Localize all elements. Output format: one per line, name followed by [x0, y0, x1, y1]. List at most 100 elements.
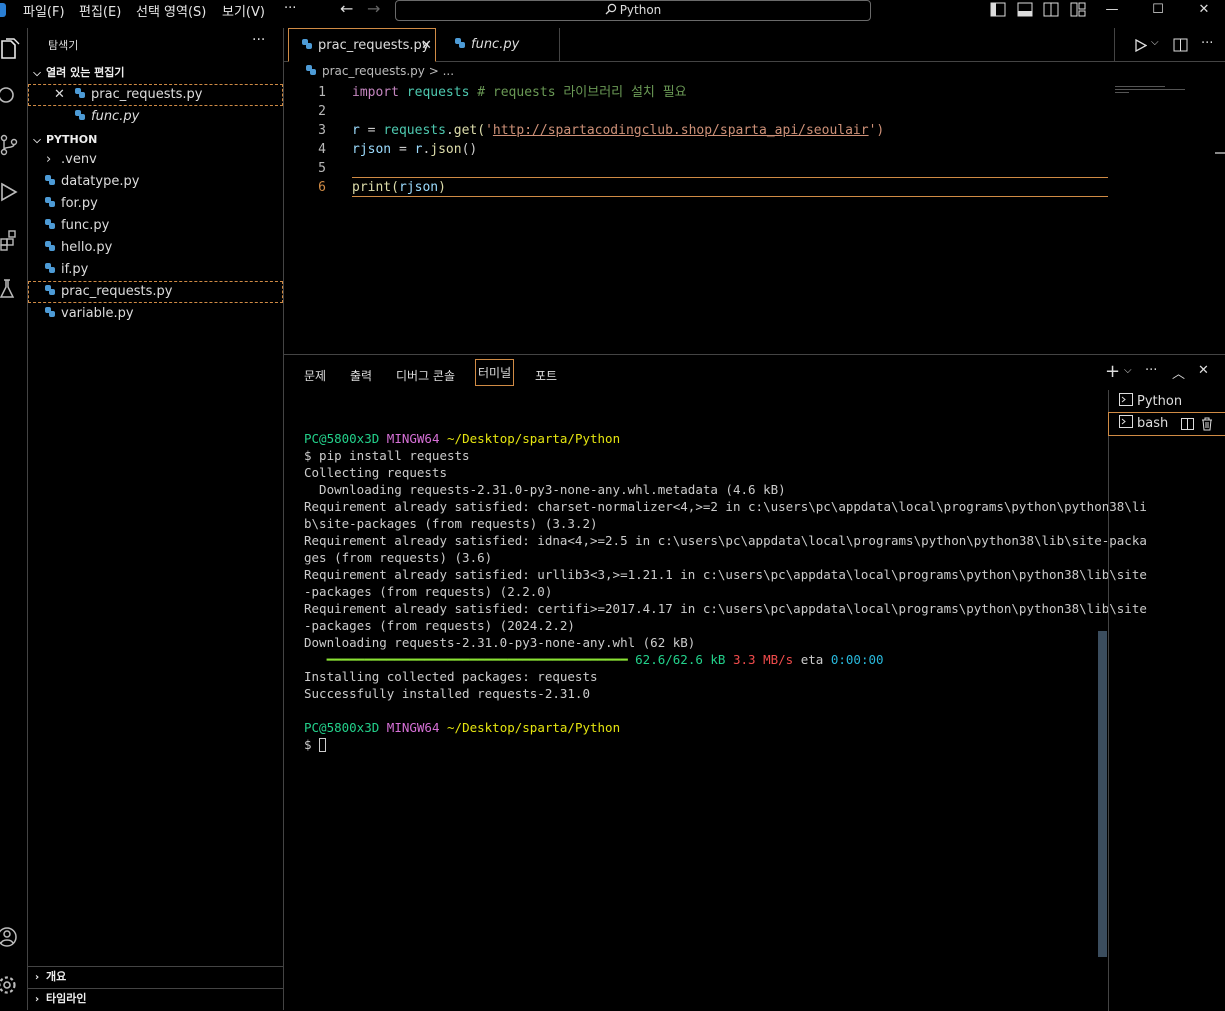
dot: .: [445, 123, 454, 138]
search-text: Python: [619, 3, 662, 17]
menu-more[interactable]: ···: [284, 1, 296, 16]
open-editor-item[interactable]: ✕ prac_requests.py: [28, 84, 283, 106]
menu-view[interactable]: 보기(V): [222, 1, 265, 20]
run-debug-icon[interactable]: [0, 181, 20, 203]
source-control-icon[interactable]: [0, 134, 20, 156]
paren: (: [477, 123, 486, 138]
timeline-label: 타임라인: [46, 992, 87, 1005]
close-tab-icon[interactable]: ✕: [421, 29, 432, 63]
activity-bar: [0, 28, 28, 1010]
open-editor-item[interactable]: func.py: [28, 106, 283, 128]
python-file-icon: [455, 38, 465, 48]
tab-output[interactable]: 출력: [350, 367, 372, 384]
tab-terminal[interactable]: 터미널: [475, 359, 515, 386]
file-item[interactable]: if.py: [28, 259, 283, 281]
customize-layout-icon[interactable]: [1070, 2, 1086, 17]
folder-item-venv[interactable]: › .venv: [28, 149, 283, 171]
sidebar-more-button[interactable]: ···: [252, 32, 265, 48]
tab-func[interactable]: func.py: [442, 28, 560, 62]
breadcrumb[interactable]: prac_requests.py > ...: [305, 64, 454, 78]
file-item-selected[interactable]: prac_requests.py: [28, 281, 283, 303]
terminal-line: PC@5800x3D MINGW64 ~/Desktop/sparta/Pyth…: [304, 430, 1104, 447]
toggle-secondary-sidebar-icon[interactable]: [1043, 2, 1059, 17]
outline-section[interactable]: › 개요: [28, 966, 283, 986]
terminal-output[interactable]: PC@5800x3D MINGW64 ~/Desktop/sparta/Pyth…: [304, 413, 1147, 787]
file-item[interactable]: datatype.py: [28, 171, 283, 193]
tab-problems[interactable]: 문제: [304, 367, 326, 384]
terminal-item-python[interactable]: Python: [1109, 391, 1225, 413]
new-terminal-plus-icon[interactable]: +: [1105, 361, 1120, 382]
terminal-line: -packages (from requests) (2.2.0): [304, 584, 553, 599]
minimize-button[interactable]: —: [1100, 0, 1124, 20]
maximize-button[interactable]: ☐: [1146, 0, 1170, 20]
maximize-panel-chevron-icon[interactable]: ︿: [1172, 363, 1185, 382]
file-item[interactable]: variable.py: [28, 303, 283, 325]
panel-more-icon[interactable]: ···: [1145, 363, 1157, 378]
explorer-icon[interactable]: [0, 38, 20, 60]
menu-edit[interactable]: 편집(E): [79, 1, 121, 20]
folder-section-python[interactable]: ⌵ PYTHON: [28, 130, 283, 150]
split-editor-icon[interactable]: [1173, 38, 1188, 52]
string-close: '): [868, 123, 885, 138]
tab-debug-console[interactable]: 디버그 콘솔: [396, 367, 455, 384]
editor-tab-bar: prac_requests.py ✕ func.py ⌵ ···: [284, 28, 1225, 62]
code-line: 1 import requests # requests 라이브러리 설치 필요: [284, 83, 1114, 102]
toggle-primary-sidebar-icon[interactable]: [990, 2, 1006, 17]
line-number: 6: [318, 180, 326, 195]
open-editors-section[interactable]: ⌵ 열려 있는 편집기: [28, 63, 283, 83]
code-editor[interactable]: 1 import requests # requests 라이브러리 설치 필요…: [284, 82, 1225, 354]
menu-file[interactable]: 파일(F): [23, 1, 65, 20]
breadcrumb-path: prac_requests.py > ...: [322, 64, 455, 78]
timeline-section[interactable]: › 타임라인: [28, 988, 283, 1008]
url-string[interactable]: http://spartacodingclub.shop/sparta_api/…: [493, 123, 869, 138]
terminal-line: Requirement already satisfied: idna<4,>=…: [304, 533, 1147, 548]
editor-scrollbar[interactable]: [1215, 152, 1225, 154]
file-label: .venv: [61, 152, 97, 167]
close-window-button[interactable]: ✕: [1192, 0, 1216, 20]
forward-arrow-icon[interactable]: →: [367, 0, 380, 18]
tab-prac-requests[interactable]: prac_requests.py ✕: [288, 28, 436, 62]
split-terminal-icon[interactable]: [1181, 418, 1194, 430]
keyword-import: import: [352, 85, 399, 100]
terminal-line: PC@5800x3D MINGW64 ~/Desktop/sparta/Pyth…: [304, 719, 1104, 736]
search-icon: [605, 3, 616, 15]
vscode-logo-icon: [0, 3, 6, 17]
menu-selection[interactable]: 선택 영역(S): [136, 1, 206, 20]
terminal-line: b\site-packages (from requests) (3.3.2): [304, 516, 598, 531]
terminal-item-bash[interactable]: bash: [1108, 412, 1225, 436]
editor-more-actions-icon[interactable]: ···: [1201, 36, 1213, 51]
terminal-line: Collecting requests: [304, 465, 447, 480]
code-line-current: 6 print(rjson): [284, 177, 1114, 197]
run-python-file-icon[interactable]: [1135, 39, 1147, 52]
explorer-sidebar: 탐색기 ··· ⌵ 열려 있는 편집기 ✕ prac_requests.py fu…: [28, 28, 284, 1010]
python-file-icon: [45, 307, 55, 317]
module-name: requests: [406, 85, 470, 100]
accounts-icon[interactable]: [0, 926, 20, 948]
close-editor-icon[interactable]: ✕: [54, 84, 65, 106]
close-panel-icon[interactable]: ✕: [1198, 363, 1209, 378]
minimap[interactable]: [1115, 86, 1195, 100]
code-comment: # requests 라이브러리 설치 필요: [477, 85, 687, 100]
testing-flask-icon[interactable]: [0, 278, 20, 300]
toggle-panel-icon[interactable]: [1017, 2, 1033, 17]
file-item[interactable]: func.py: [28, 215, 283, 237]
search-view-icon[interactable]: [0, 84, 20, 106]
chevron-right-icon: ›: [34, 972, 40, 983]
terminal-dropdown-chevron-icon[interactable]: ⌵: [1124, 365, 1132, 376]
terminal-input-line[interactable]: $: [304, 736, 1104, 753]
trash-icon[interactable]: [1201, 417, 1213, 431]
command-center-search[interactable]: Python: [395, 0, 871, 21]
terminal-list: Python bash: [1108, 390, 1225, 1011]
manage-gear-icon[interactable]: [0, 974, 20, 996]
terminal-line: Downloading requests-2.31.0-py3-none-any…: [304, 482, 786, 497]
file-item[interactable]: for.py: [28, 193, 283, 215]
function-name: json: [430, 142, 462, 157]
tab-ports[interactable]: 포트: [535, 367, 557, 384]
extensions-icon[interactable]: [0, 229, 20, 251]
back-arrow-icon[interactable]: ←: [340, 0, 353, 18]
chevron-down-icon: ⌵: [33, 135, 41, 146]
terminal-scrollbar[interactable]: [1098, 631, 1107, 957]
operator: =: [359, 123, 384, 138]
file-item[interactable]: hello.py: [28, 237, 283, 259]
run-dropdown-chevron-icon[interactable]: ⌵: [1151, 37, 1159, 48]
